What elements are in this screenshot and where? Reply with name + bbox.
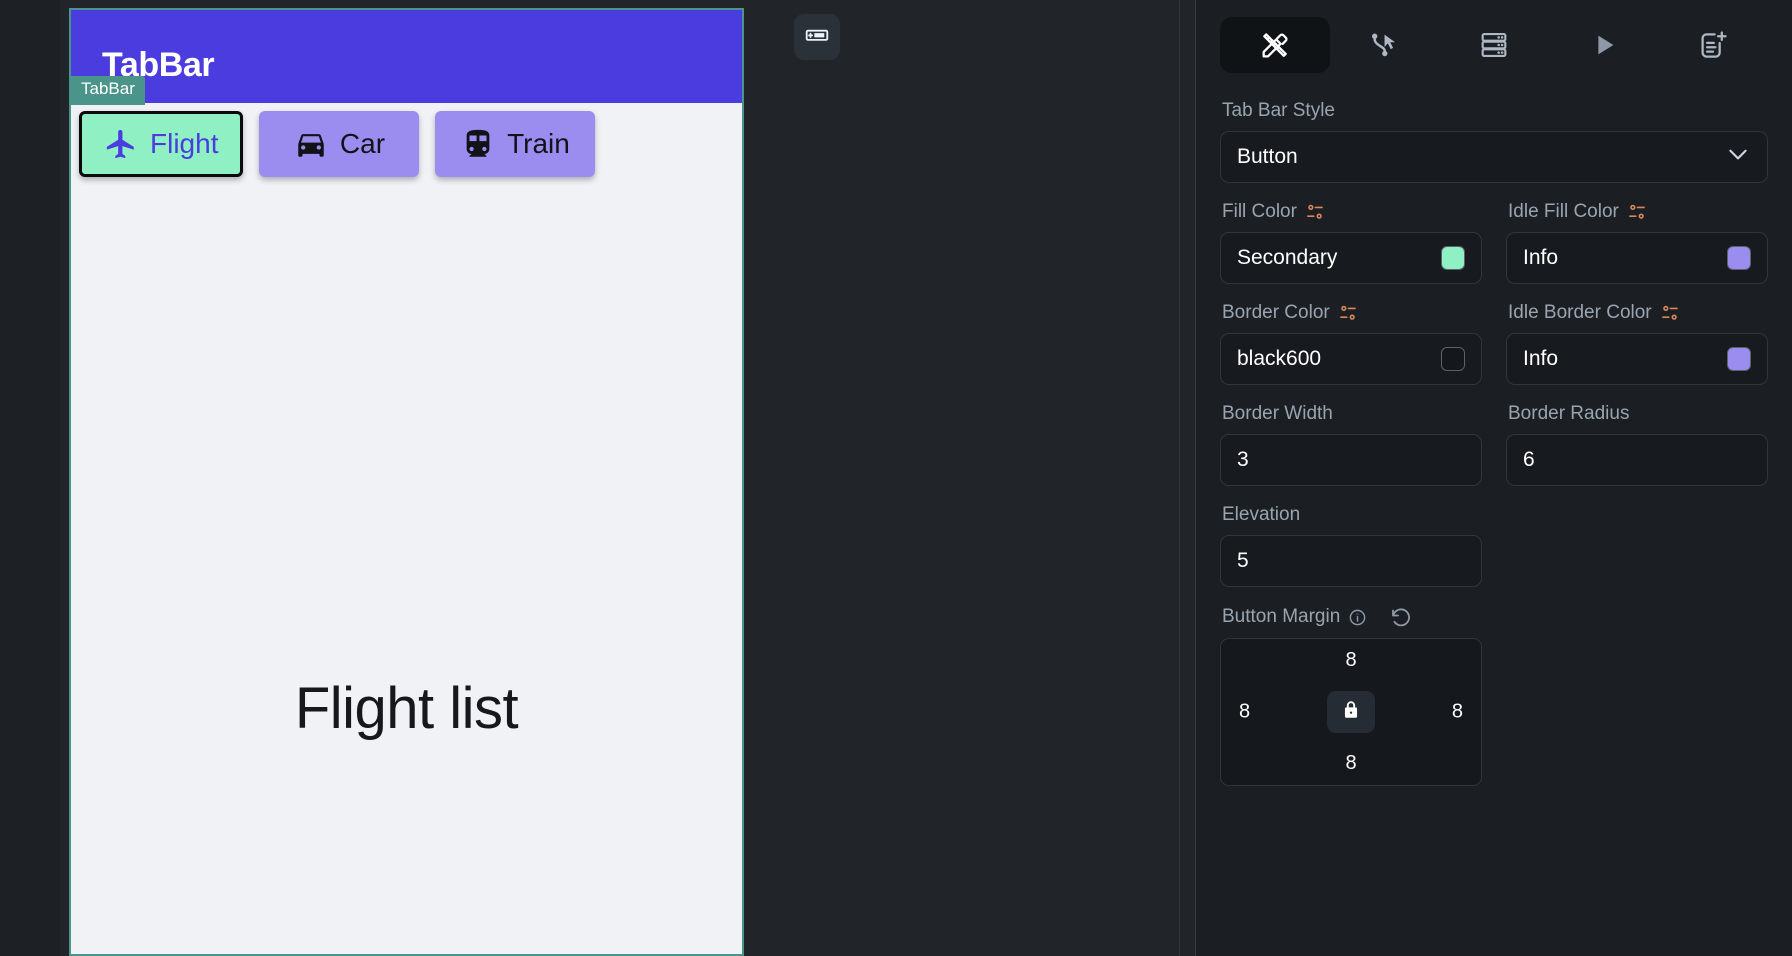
- idle-fill-color-label: Idle Fill Color: [1508, 201, 1768, 223]
- elevation-input[interactable]: 5: [1220, 535, 1482, 587]
- border-radius-value: 6: [1523, 448, 1535, 471]
- fill-color-label-text: Fill Color: [1222, 201, 1297, 222]
- border-color-label: Border Color: [1222, 302, 1482, 324]
- canvas-right-divider: [1179, 0, 1180, 956]
- tab-bar-style-select[interactable]: Button: [1220, 131, 1768, 183]
- toolbar-tab-data[interactable]: [1439, 17, 1549, 73]
- data-store-icon: [1478, 29, 1510, 61]
- field-idle-fill-color: Idle Fill Color Info: [1506, 201, 1768, 284]
- properties-panel: Tab Bar Style Button Fill Color Secondar…: [1196, 0, 1792, 956]
- idle-border-color-label-text: Idle Border Color: [1508, 302, 1652, 323]
- button-margin-row: Button Margin 8 8 8 8: [1220, 605, 1768, 786]
- tab-bar-style-label: Tab Bar Style: [1222, 100, 1335, 121]
- margin-top-value[interactable]: 8: [1221, 649, 1481, 672]
- lock-icon: [1340, 699, 1362, 726]
- app-root: TabBar TabBar Flight Car Train Flight li…: [0, 0, 1792, 956]
- border-width-label: Border Width: [1222, 403, 1333, 424]
- field-idle-border-color: Idle Border Color Info: [1506, 302, 1768, 385]
- border-radius-input[interactable]: 6: [1506, 434, 1768, 486]
- interactions-cursor-icon: [1368, 29, 1400, 61]
- airplane-icon: [104, 127, 138, 161]
- chevron-down-icon: [1725, 141, 1751, 173]
- field-elevation: Elevation 5: [1220, 504, 1482, 587]
- margin-left-value[interactable]: 8: [1239, 701, 1250, 724]
- info-icon[interactable]: [1348, 608, 1367, 627]
- button-margin-control[interactable]: 8 8 8 8: [1220, 638, 1482, 786]
- fill-color-swatch[interactable]: [1441, 246, 1465, 270]
- bind-variable-icon[interactable]: [1305, 202, 1325, 222]
- button-margin-label: Button Margin: [1222, 605, 1482, 629]
- play-run-icon: [1589, 30, 1619, 60]
- toolbar-tab-interactions[interactable]: [1330, 17, 1440, 73]
- properties-toolbar: [1220, 0, 1768, 78]
- tab-flight-label: Flight: [150, 128, 219, 159]
- preview-body-text: Flight list: [294, 676, 519, 741]
- margin-bottom-value[interactable]: 8: [1221, 752, 1481, 775]
- preview-body: Flight list: [71, 185, 742, 954]
- elevation-row-spacer: [1506, 504, 1768, 587]
- device-frame-icon: [804, 22, 830, 53]
- field-border-radius: Border Radius 6: [1506, 403, 1768, 486]
- border-width-input[interactable]: 3: [1220, 434, 1482, 486]
- tab-flight[interactable]: Flight: [79, 111, 244, 177]
- canvas-left-gutter: [0, 0, 60, 956]
- border-color-label-text: Border Color: [1222, 302, 1330, 323]
- device-frame-toggle-button[interactable]: [794, 14, 840, 60]
- preview-tabbar[interactable]: Flight Car Train: [71, 103, 742, 185]
- tab-train[interactable]: Train: [435, 111, 596, 177]
- elevation-label: Elevation: [1222, 504, 1301, 525]
- toolbar-tab-design[interactable]: [1220, 17, 1330, 73]
- tab-car[interactable]: Car: [259, 111, 420, 177]
- fill-color-label: Fill Color: [1222, 201, 1482, 223]
- preview-appbar: TabBar TabBar: [71, 10, 742, 105]
- canvas-area: TabBar TabBar Flight Car Train Flight li…: [0, 0, 1196, 956]
- idle-fill-color-value: Info: [1523, 246, 1559, 269]
- bind-variable-icon[interactable]: [1660, 303, 1680, 323]
- train-icon: [461, 127, 495, 161]
- bind-variable-icon[interactable]: [1627, 202, 1647, 222]
- border-radius-label: Border Radius: [1508, 403, 1630, 424]
- bind-variable-icon[interactable]: [1338, 303, 1358, 323]
- field-tab-bar-style: Tab Bar Style Button: [1220, 100, 1768, 183]
- idle-border-color-swatch[interactable]: [1727, 347, 1751, 371]
- field-border-width: Border Width 3: [1220, 403, 1482, 486]
- tab-bar-style-value: Button: [1237, 145, 1298, 168]
- button-margin-row-spacer: [1506, 605, 1768, 786]
- border-color-value: black600: [1237, 347, 1322, 370]
- toolbar-tab-add-page[interactable]: [1658, 17, 1768, 73]
- fill-color-value: Secondary: [1237, 246, 1338, 269]
- border-metrics-row: Border Width 3 Border Radius 6: [1220, 403, 1768, 486]
- tab-car-label: Car: [339, 128, 386, 159]
- field-border-color: Border Color black600: [1220, 302, 1482, 385]
- add-document-icon: [1697, 29, 1729, 61]
- device-preview-frame[interactable]: TabBar TabBar Flight Car Train Flight li…: [69, 8, 744, 956]
- reset-icon[interactable]: [1389, 605, 1413, 629]
- tab-train-label: Train: [507, 128, 570, 159]
- idle-fill-color-swatch[interactable]: [1727, 246, 1751, 270]
- border-width-value: 3: [1237, 448, 1249, 471]
- car-icon: [294, 127, 328, 161]
- field-fill-color: Fill Color Secondary: [1220, 201, 1482, 284]
- selected-widget-badge: TabBar: [71, 76, 145, 105]
- idle-border-color-value: Info: [1523, 347, 1559, 370]
- border-color-select[interactable]: black600: [1220, 333, 1482, 385]
- button-margin-label-text: Button Margin: [1222, 606, 1341, 627]
- border-color-row: Border Color black600 Idle Border Color: [1220, 302, 1768, 385]
- field-button-margin: Button Margin 8 8 8 8: [1220, 605, 1482, 786]
- fill-color-select[interactable]: Secondary: [1220, 232, 1482, 284]
- idle-fill-color-label-text: Idle Fill Color: [1508, 201, 1619, 222]
- toolbar-tab-run[interactable]: [1549, 17, 1659, 73]
- elevation-row: Elevation 5: [1220, 504, 1768, 587]
- border-color-swatch[interactable]: [1441, 347, 1465, 371]
- idle-border-color-label: Idle Border Color: [1508, 302, 1768, 324]
- margin-right-value[interactable]: 8: [1452, 701, 1463, 724]
- idle-fill-color-select[interactable]: Info: [1506, 232, 1768, 284]
- margin-lock-toggle[interactable]: [1327, 691, 1375, 733]
- elevation-value: 5: [1237, 549, 1249, 572]
- idle-border-color-select[interactable]: Info: [1506, 333, 1768, 385]
- fill-color-row: Fill Color Secondary Idle Fill Color Inf…: [1220, 201, 1768, 284]
- design-tools-icon: [1259, 29, 1291, 61]
